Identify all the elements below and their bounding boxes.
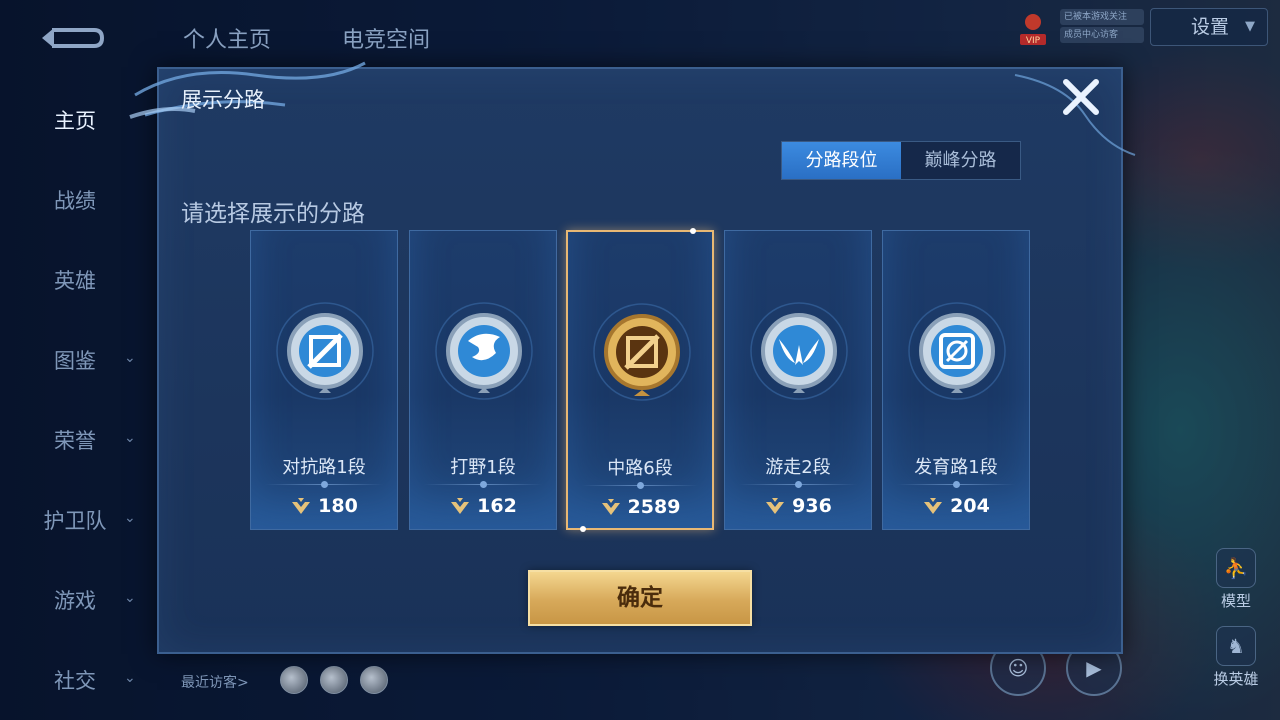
lane-name: 打野1段	[450, 457, 516, 478]
lane-name: 中路6段	[607, 458, 673, 479]
sidebar-item-label: 社交	[54, 669, 96, 693]
visitor-avatar[interactable]	[320, 666, 348, 694]
score-gem-icon	[601, 499, 620, 515]
lane-score: 936	[725, 495, 871, 517]
sidebar-item-label: 荣誉	[54, 429, 96, 453]
lane-score: 204	[883, 495, 1029, 517]
sidebar-item-home[interactable]: 主页	[0, 100, 150, 140]
settings-dropdown[interactable]: 设置 ▼	[1150, 8, 1268, 46]
score-gem-icon	[451, 498, 470, 514]
change-hero-button[interactable]: ♞ 换英雄	[1202, 626, 1270, 689]
score-value: 936	[792, 495, 832, 517]
divider-dot	[480, 481, 487, 488]
figure-icon: ⛹	[1216, 548, 1256, 588]
lane-score: 162	[410, 495, 556, 517]
divider-dot	[321, 481, 328, 488]
lane-card-mid[interactable]: 中路6段 2589	[566, 228, 714, 532]
chevron-down-icon: ⌄	[124, 590, 136, 606]
lane-type-toggle: 分路段位 巅峰分路	[781, 141, 1021, 180]
chevron-down-icon: ⌄	[124, 430, 136, 446]
lane-score: 180	[251, 495, 397, 517]
follow-status-badge: 已被本游戏关注 成员中心访客	[1060, 9, 1144, 45]
close-icon[interactable]	[1058, 74, 1104, 120]
sidebar-item-label: 主页	[54, 109, 96, 133]
sidebar-item-record[interactable]: 战绩	[0, 180, 150, 220]
tab-peak-lane[interactable]: 巅峰分路	[901, 142, 1020, 179]
wing-emblem-icon	[750, 302, 848, 400]
score-gem-icon	[292, 498, 311, 514]
chevron-down-icon: ⌄	[124, 510, 136, 526]
divider-dot	[953, 481, 960, 488]
settings-label: 设置	[1191, 16, 1230, 38]
sidebar-item-codex[interactable]: 图鉴 ⌄	[0, 340, 150, 380]
sidebar-item-heroes[interactable]: 英雄	[0, 260, 150, 300]
tab-lane-rank[interactable]: 分路段位	[782, 142, 901, 179]
tab-profile[interactable]: 个人主页	[183, 22, 271, 54]
hero-swap-icon: ♞	[1216, 626, 1256, 666]
confirm-button[interactable]: 确定	[528, 570, 752, 626]
change-hero-label: 换英雄	[1213, 670, 1259, 688]
lane-name: 发育路1段	[914, 457, 998, 478]
score-value: 180	[318, 495, 358, 517]
slash-emblem-icon	[593, 303, 691, 401]
chevron-down-icon: ⌄	[124, 670, 136, 686]
badge-line: 成员中心访客	[1060, 27, 1144, 43]
sidebar-item-label: 战绩	[54, 189, 96, 213]
visitor-avatar[interactable]	[280, 666, 308, 694]
model-label: 模型	[1220, 592, 1251, 610]
lane-card-roam[interactable]: 游走2段 936	[724, 230, 872, 530]
score-gem-icon	[924, 498, 943, 514]
corner-dot	[580, 526, 586, 532]
divider-dot	[795, 481, 802, 488]
lane-card-jungle[interactable]: 打野1段 162	[409, 230, 557, 530]
lane-card-top[interactable]: 对抗路1段 180	[250, 230, 398, 530]
vip-icon[interactable]: VIP	[1018, 10, 1048, 46]
score-gem-icon	[766, 498, 785, 514]
left-sidebar: 主页 战绩 英雄 图鉴 ⌄ 荣誉 ⌄ 护卫队 ⌄ 游戏 ⌄ 社交 ⌄	[0, 0, 150, 720]
lane-name: 对抗路1段	[282, 457, 366, 478]
sidebar-item-label: 护卫队	[43, 509, 107, 533]
target-emblem-icon	[908, 302, 1006, 400]
sword-emblem-icon	[276, 302, 374, 400]
lane-name: 游走2段	[765, 457, 831, 478]
visitor-avatar[interactable]	[360, 666, 388, 694]
sidebar-item-label: 英雄	[54, 269, 96, 293]
sidebar-item-honor[interactable]: 荣誉 ⌄	[0, 420, 150, 460]
sidebar-item-guard[interactable]: 护卫队 ⌄	[0, 500, 150, 540]
sidebar-item-game[interactable]: 游戏 ⌄	[0, 580, 150, 620]
badge-line: 已被本游戏关注	[1060, 9, 1144, 25]
corner-dot	[690, 228, 696, 234]
model-button[interactable]: ⛹ 模型	[1206, 548, 1266, 611]
select-lane-prompt: 请选择展示的分路	[181, 201, 365, 227]
divider-dot	[637, 482, 644, 489]
score-value: 204	[950, 495, 990, 517]
back-arrow-icon[interactable]	[38, 22, 106, 54]
sidebar-item-social[interactable]: 社交 ⌄	[0, 660, 150, 700]
tab-esports[interactable]: 电竞空间	[342, 22, 430, 54]
dragon-emblem-icon	[435, 302, 533, 400]
chevron-down-icon: ⌄	[124, 350, 136, 366]
sidebar-item-label: 游戏	[54, 589, 96, 613]
svg-text:VIP: VIP	[1026, 36, 1041, 46]
score-value: 162	[477, 495, 517, 517]
score-value: 2589	[627, 496, 681, 518]
dialog-title: 展示分路	[181, 88, 265, 112]
sidebar-item-label: 图鉴	[54, 349, 96, 373]
lane-score: 2589	[568, 496, 712, 518]
lane-card-farm[interactable]: 发育路1段 204	[882, 230, 1030, 530]
recent-visitors-link[interactable]: 最近访客>	[181, 672, 249, 692]
chevron-down-icon: ▼	[1245, 19, 1255, 34]
